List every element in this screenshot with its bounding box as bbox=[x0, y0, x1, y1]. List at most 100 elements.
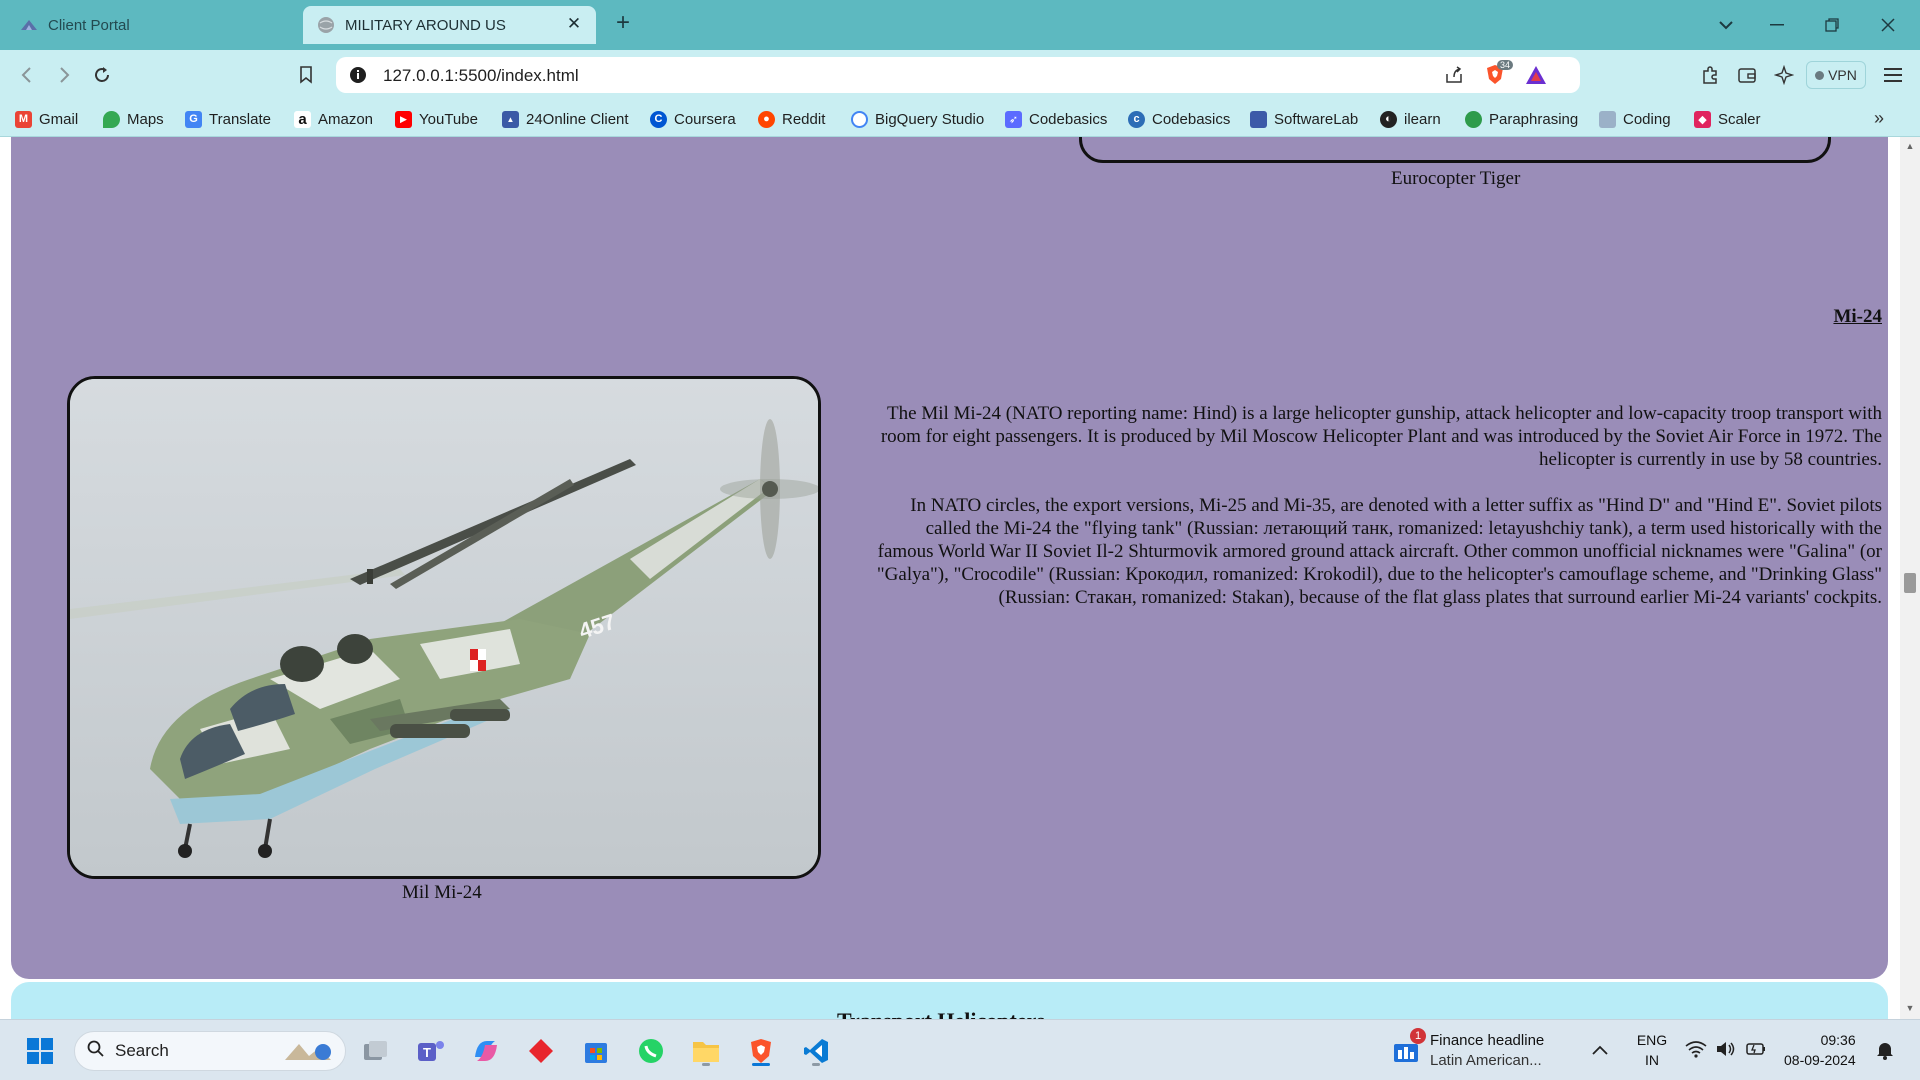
image-caption: Mil Mi-24 bbox=[402, 882, 482, 903]
copilot-icon[interactable] bbox=[468, 1033, 504, 1069]
bookmark-ilearn[interactable]: ◐ ilearn bbox=[1380, 108, 1441, 130]
running-indicator bbox=[812, 1063, 820, 1066]
site-info-icon[interactable] bbox=[348, 65, 368, 85]
softwarelab-icon bbox=[1250, 110, 1267, 128]
bookmark-label: Gmail bbox=[39, 110, 79, 128]
bookmark-amazon[interactable]: a Amazon bbox=[294, 108, 373, 130]
url-host: 127.0.0.1 bbox=[383, 66, 454, 85]
reload-icon[interactable] bbox=[89, 62, 115, 88]
battery-icon[interactable] bbox=[1745, 1040, 1767, 1063]
bookmark-label: Scaler bbox=[1718, 110, 1761, 128]
coursera-icon: C bbox=[650, 110, 667, 128]
app-diamond-icon[interactable] bbox=[523, 1033, 559, 1069]
wifi-icon[interactable] bbox=[1685, 1040, 1707, 1063]
page-viewport: Eurocopter Tiger Mi-24 457 Mil Mi-24 The… bbox=[0, 137, 1920, 1019]
bookmark-codebasics-1[interactable]: ➶ Codebasics bbox=[1005, 108, 1107, 130]
bookmark-coursera[interactable]: C Coursera bbox=[650, 108, 736, 130]
bookmark-label: 24Online Client bbox=[526, 110, 629, 128]
language-label: ENG bbox=[1636, 1032, 1668, 1048]
vertical-scrollbar[interactable]: ▲ ▼ bbox=[1900, 137, 1920, 1019]
vpn-label: VPN bbox=[1828, 67, 1857, 83]
codebasics-icon: c bbox=[1128, 110, 1145, 128]
taskbar-search-box[interactable]: Search bbox=[74, 1031, 346, 1071]
vpn-status-icon bbox=[1815, 70, 1825, 80]
leo-ai-icon[interactable] bbox=[1771, 62, 1797, 88]
tab-search-chevron-down-icon[interactable] bbox=[1713, 12, 1739, 38]
search-highlight-icon bbox=[281, 1038, 335, 1071]
bookmark-softwarelab[interactable]: SoftwareLab bbox=[1250, 108, 1358, 130]
attack-helicopters-section: Eurocopter Tiger Mi-24 457 Mil Mi-24 The… bbox=[11, 137, 1888, 979]
file-explorer-icon[interactable] bbox=[688, 1033, 724, 1069]
news-title: Finance headline bbox=[1430, 1032, 1545, 1049]
active-indicator bbox=[752, 1063, 770, 1066]
wallet-icon[interactable] bbox=[1734, 62, 1760, 88]
extensions-icon[interactable] bbox=[1697, 62, 1723, 88]
bookmark-coding[interactable]: Coding bbox=[1599, 108, 1671, 130]
restore-icon[interactable] bbox=[1819, 12, 1845, 38]
brave-shields-icon[interactable]: 34 bbox=[1483, 60, 1514, 87]
bookmark-bigquery-studio[interactable]: BigQuery Studio bbox=[851, 108, 984, 130]
tab-label: Client Portal bbox=[48, 16, 130, 34]
bookmark-label: Translate bbox=[209, 110, 271, 128]
show-hidden-icons-chevron-icon[interactable] bbox=[1592, 1040, 1608, 1060]
minimize-icon[interactable] bbox=[1764, 12, 1790, 38]
url-text: 127.0.0.1:5500/index.html bbox=[383, 66, 579, 86]
bookmark-label: Paraphrasing bbox=[1489, 110, 1579, 128]
volume-icon[interactable] bbox=[1715, 1040, 1737, 1063]
brave-browser-icon[interactable] bbox=[743, 1033, 779, 1069]
bookmark-label: SoftwareLab bbox=[1274, 110, 1359, 128]
close-window-icon[interactable] bbox=[1875, 12, 1901, 38]
ilearn-icon: ◐ bbox=[1380, 110, 1397, 128]
scroll-down-icon[interactable]: ▼ bbox=[1904, 1003, 1916, 1015]
description-paragraph-2: In NATO circles, the export versions, Mi… bbox=[876, 495, 1882, 608]
close-tab-icon[interactable]: ✕ bbox=[564, 14, 584, 34]
bookmark-icon[interactable] bbox=[293, 62, 319, 88]
bookmark-gmail[interactable]: M Gmail bbox=[15, 108, 78, 130]
bookmark-24online-client[interactable]: ▲ 24Online Client bbox=[502, 108, 629, 130]
scrollbar-thumb[interactable] bbox=[1904, 573, 1916, 593]
language-indicator[interactable]: ENG IN bbox=[1634, 1030, 1670, 1070]
menu-icon[interactable] bbox=[1880, 62, 1906, 88]
url-path: :5500/index.html bbox=[453, 66, 579, 85]
bookmark-maps[interactable]: Maps bbox=[103, 108, 164, 130]
system-clock[interactable]: 09:36 08-09-2024 bbox=[1784, 1030, 1856, 1070]
paraphrasing-icon bbox=[1465, 110, 1482, 128]
back-arrow-icon[interactable] bbox=[14, 62, 40, 88]
more-bookmarks-chevron-icon[interactable]: » bbox=[1874, 108, 1884, 129]
helicopter-image: 457 bbox=[67, 376, 821, 879]
tab-client-portal[interactable]: Client Portal bbox=[8, 6, 298, 44]
bookmark-label: Coursera bbox=[674, 110, 736, 128]
notification-bell-icon[interactable] bbox=[1876, 1040, 1894, 1065]
brave-rewards-icon[interactable] bbox=[1524, 63, 1548, 87]
bookmark-reddit[interactable]: ● Reddit bbox=[758, 108, 825, 130]
gmail-icon: M bbox=[15, 110, 32, 128]
forward-arrow-icon[interactable] bbox=[51, 62, 77, 88]
bookmark-youtube[interactable]: ▶ YouTube bbox=[395, 108, 478, 130]
whatsapp-icon[interactable] bbox=[633, 1033, 669, 1069]
tab-military-around-us[interactable]: MILITARY AROUND US ✕ bbox=[303, 6, 596, 44]
task-view-icon[interactable] bbox=[358, 1033, 394, 1069]
previous-image-caption: Eurocopter Tiger bbox=[1391, 168, 1521, 189]
share-icon[interactable] bbox=[1442, 63, 1466, 87]
scroll-up-icon[interactable]: ▲ bbox=[1904, 141, 1916, 153]
new-tab-button[interactable]: + bbox=[610, 11, 636, 37]
microsoft-store-icon[interactable] bbox=[578, 1033, 614, 1069]
vscode-icon[interactable] bbox=[798, 1033, 834, 1069]
running-indicator bbox=[702, 1063, 710, 1066]
news-widget[interactable]: 1 Finance headline Latin American... bbox=[1392, 1028, 1562, 1072]
tab-strip: Client Portal MILITARY AROUND US ✕ + bbox=[0, 0, 1920, 50]
bookmark-scaler[interactable]: ◆ Scaler bbox=[1694, 108, 1761, 130]
bookmark-label: BigQuery Studio bbox=[875, 110, 985, 128]
search-icon bbox=[87, 1040, 105, 1063]
windows-start-icon[interactable] bbox=[22, 1033, 58, 1069]
bookmark-label: Codebasics bbox=[1152, 110, 1231, 128]
translate-icon: G bbox=[185, 110, 202, 128]
client-portal-favicon-icon bbox=[20, 16, 38, 34]
address-bar[interactable]: 127.0.0.1:5500/index.html 34 bbox=[336, 57, 1580, 93]
teams-icon[interactable]: T bbox=[413, 1033, 449, 1069]
bookmark-translate[interactable]: G Translate bbox=[185, 108, 271, 130]
vpn-button[interactable]: VPN bbox=[1806, 61, 1866, 89]
bookmark-label: Codebasics bbox=[1029, 110, 1108, 128]
bookmark-codebasics-2[interactable]: c Codebasics bbox=[1128, 108, 1230, 130]
bookmark-paraphrasing[interactable]: Paraphrasing bbox=[1465, 108, 1578, 130]
